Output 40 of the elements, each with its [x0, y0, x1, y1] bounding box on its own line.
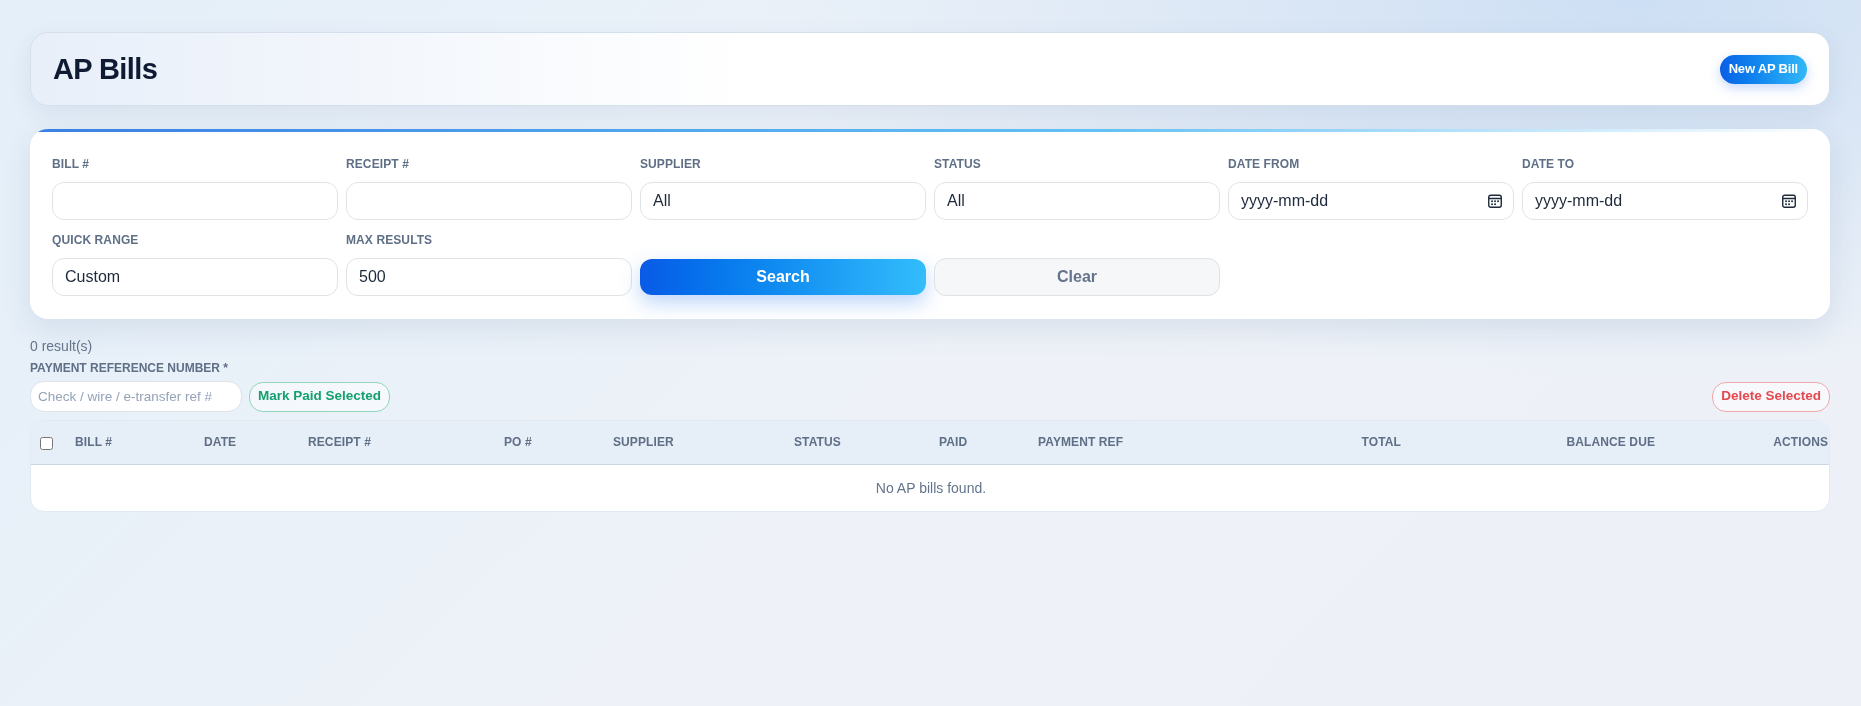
calendar-icon[interactable] [1782, 194, 1796, 208]
delete-button[interactable]: Delete Selected [1712, 381, 1830, 412]
column-header: PO # [504, 435, 532, 450]
column-header: BALANCE DUE [1566, 435, 1655, 450]
input-field[interactable] [346, 182, 632, 220]
new-bill-button[interactable]: New AP Bill [1719, 54, 1807, 84]
column-header: RECEIPT # [308, 435, 371, 450]
field-label: DATE FROM [1228, 157, 1301, 171]
results-count: 0 result(s) [30, 337, 93, 355]
select-all-checkbox[interactable] [40, 436, 53, 450]
column-header: PAID [939, 435, 968, 450]
field-label: QUICK RANGE [52, 233, 140, 247]
input-field[interactable]: Check / wire / e-transfer ref # [30, 381, 242, 412]
column-header: PAYMENT REF [1038, 435, 1124, 450]
field-label: BILL # [52, 157, 91, 171]
dropdown-field[interactable]: All [934, 182, 1220, 220]
input-field[interactable]: 500 [346, 258, 632, 296]
date-field[interactable]: yyyy-mm-dd [1522, 182, 1808, 220]
dropdown-field[interactable]: All [640, 182, 926, 220]
column-header: TOTAL [1361, 435, 1401, 450]
field-label: PAYMENT REFERENCE NUMBER * [30, 361, 229, 375]
column-header: SUPPLIER [613, 435, 674, 450]
calendar-icon[interactable] [1488, 194, 1502, 208]
page-title: AP Bills [53, 54, 158, 84]
clear-button[interactable]: Clear [934, 258, 1220, 296]
empty-message: No AP bills found. [875, 479, 987, 496]
field-label: DATE TO [1522, 157, 1576, 171]
column-header: BILL # [75, 435, 113, 450]
field-label: SUPPLIER [640, 157, 702, 171]
field-label: STATUS [934, 157, 982, 171]
column-header: STATUS [794, 435, 841, 450]
column-header: DATE [204, 435, 237, 450]
dropdown-field[interactable]: Custom [52, 258, 338, 296]
input-field[interactable] [52, 182, 338, 220]
field-label: MAX RESULTS [346, 233, 434, 247]
search-button[interactable]: Search [640, 259, 926, 295]
field-label: RECEIPT # [346, 157, 410, 171]
mark-paid-button[interactable]: Mark Paid Selected [249, 381, 391, 412]
date-field[interactable]: yyyy-mm-dd [1228, 182, 1514, 220]
column-header: ACTIONS [1773, 435, 1828, 450]
